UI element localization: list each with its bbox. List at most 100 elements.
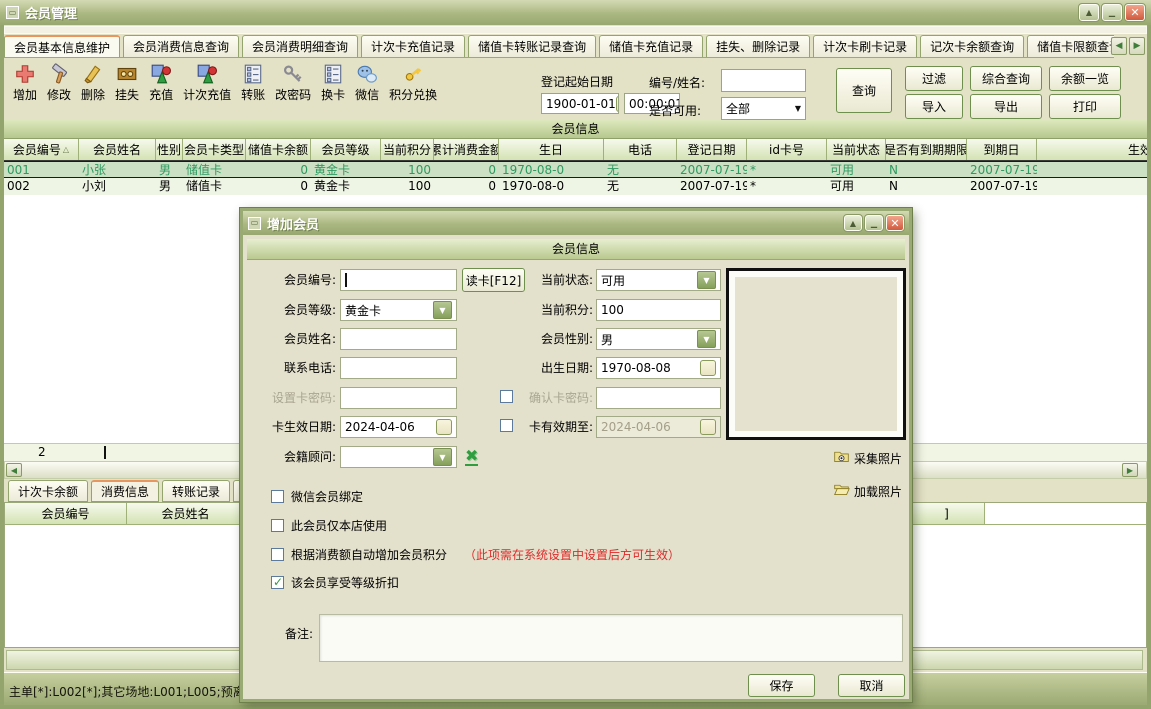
toolbar-action-充值[interactable]: 充值: [144, 63, 178, 103]
toolbar-action-挂失[interactable]: 挂失: [110, 63, 144, 103]
column-header-生日[interactable]: 生日: [499, 139, 604, 160]
table-row[interactable]: 002小刘男储值卡0黄金卡10001970-08-0无2007-07-19*可用…: [4, 178, 1147, 195]
load-photo-button[interactable]: 加载照片: [833, 481, 902, 501]
clear-advisor-icon[interactable]: ✖: [465, 448, 478, 466]
checkbox-此会员仅本店使用[interactable]: ✓: [271, 519, 284, 532]
status-select[interactable]: 可用 ▼: [596, 269, 721, 291]
table-row[interactable]: 001小张男储值卡0黄金卡10001970-08-0无2007-07-19*可用…: [4, 161, 1147, 178]
birthday-input[interactable]: 1970-08-08: [596, 357, 721, 379]
advisor-select[interactable]: ▼: [340, 446, 457, 468]
dialog-minimize-button[interactable]: ▁: [865, 215, 883, 231]
bottom-tab-1[interactable]: 计次卡余额: [8, 480, 88, 502]
points-input[interactable]: 100: [596, 299, 721, 321]
card-password-input[interactable]: [340, 387, 457, 409]
minimize-button[interactable]: ▁: [1102, 4, 1122, 21]
column-header-会员姓名[interactable]: 会员姓名: [79, 139, 156, 160]
name-input[interactable]: [340, 328, 457, 350]
column-header-储值卡余额[interactable]: 储值卡余额: [246, 139, 311, 160]
calendar-button[interactable]: [700, 360, 716, 376]
member-id-input[interactable]: [340, 269, 457, 291]
column-header-登记日期[interactable]: 登记日期: [677, 139, 747, 160]
confirm-password-checkbox[interactable]: ✓: [500, 390, 513, 403]
dropdown-arrow-icon[interactable]: ▼: [697, 330, 716, 348]
tab-3[interactable]: 会员消费明细查询: [242, 35, 358, 57]
column-header-会员编号[interactable]: 会员编号△: [4, 139, 79, 160]
toolbar-action-增加[interactable]: 增加: [8, 63, 42, 103]
remark-textarea[interactable]: [319, 614, 903, 662]
name-label: 会员姓名:: [243, 328, 336, 350]
column-header-当前状态[interactable]: 当前状态: [827, 139, 886, 160]
toolbar-action-计次充值[interactable]: 计次充值: [178, 63, 236, 103]
checkbox-微信会员绑定[interactable]: ✓: [271, 490, 284, 503]
tab-7[interactable]: 挂失、删除记录: [706, 35, 810, 57]
tab-scroll-left-button[interactable]: ◀: [1111, 37, 1127, 55]
column-header-会员等级[interactable]: 会员等级: [311, 139, 381, 160]
save-button[interactable]: 保存: [748, 674, 815, 697]
checkbox-根据消费额自动增加会员积分[interactable]: ✓: [271, 548, 284, 561]
level-select[interactable]: 黄金卡 ▼: [340, 299, 457, 321]
tab-8[interactable]: 计次卡刷卡记录: [813, 35, 917, 57]
calendar-button[interactable]: [616, 96, 619, 112]
column-header-到期日[interactable]: 到期日: [967, 139, 1037, 160]
button-过滤[interactable]: 过滤: [905, 66, 963, 91]
tab-1[interactable]: 会员基本信息维护: [4, 35, 120, 58]
column-header-是否有到期期限[interactable]: 是否有到期期限: [886, 139, 967, 160]
tab-2[interactable]: 会员消费信息查询: [123, 35, 239, 57]
toolbar-action-积分兑换[interactable]: 积分兑换: [384, 63, 442, 103]
tab-10[interactable]: 储值卡限额查询: [1027, 35, 1114, 57]
scroll-left-button[interactable]: ◀: [6, 463, 22, 477]
register-date-input[interactable]: 1900-01-01: [541, 93, 619, 114]
button-导出[interactable]: 导出: [970, 94, 1042, 119]
column-header-性别[interactable]: 性别: [156, 139, 183, 160]
button-打印[interactable]: 打印: [1049, 94, 1121, 119]
column-header-累计消费金额[interactable]: 累计消费金额: [434, 139, 499, 160]
calendar-button[interactable]: [700, 419, 716, 435]
tab-5[interactable]: 储值卡转账记录查询: [468, 35, 596, 57]
button-导入[interactable]: 导入: [905, 94, 963, 119]
dropdown-arrow-icon[interactable]: ▼: [433, 448, 452, 466]
valid-to-input[interactable]: 2024-04-06: [596, 416, 721, 438]
capture-photo-button[interactable]: 采集照片: [833, 448, 902, 468]
toolbar-action-换卡[interactable]: 换卡: [316, 63, 350, 103]
gender-select[interactable]: 男 ▼: [596, 328, 721, 350]
valid-to-checkbox[interactable]: ✓: [500, 419, 513, 432]
query-button[interactable]: 查询: [836, 68, 892, 113]
toolbar-action-转账[interactable]: 转账: [236, 63, 270, 103]
bottom-tab-3[interactable]: 转账记录: [162, 480, 230, 502]
column-header-电话[interactable]: 电话: [604, 139, 677, 160]
tab-9[interactable]: 记次卡余额查询: [920, 35, 1024, 57]
phone-input[interactable]: [340, 357, 457, 379]
calendar-button[interactable]: [436, 419, 452, 435]
bottom-column-header[interactable]: ]: [909, 503, 985, 524]
button-综合查询[interactable]: 综合查询: [970, 66, 1042, 91]
close-button[interactable]: ✕: [1125, 4, 1145, 21]
cancel-button[interactable]: 取消: [838, 674, 905, 697]
dialog-close-button[interactable]: ✕: [886, 215, 904, 231]
dialog-restore-button[interactable]: ▲: [844, 215, 862, 231]
bottom-column-header[interactable]: 会员姓名: [127, 503, 245, 524]
valid-from-input[interactable]: 2024-04-06: [340, 416, 457, 438]
column-header-会员卡类型[interactable]: 会员卡类型: [183, 139, 246, 160]
toolbar-action-改密码[interactable]: 改密码: [270, 63, 316, 103]
bottom-column-header[interactable]: 会员编号: [5, 503, 127, 524]
scroll-right-button[interactable]: ▶: [1122, 463, 1138, 477]
column-header-当前积分[interactable]: 当前积分: [381, 139, 434, 160]
tab-4[interactable]: 计次卡充值记录: [361, 35, 465, 57]
checkbox-该会员享受等级折扣[interactable]: ✓: [271, 576, 284, 589]
confirm-password-input[interactable]: [596, 387, 721, 409]
wechat-icon: [356, 63, 378, 85]
toolbar-action-微信[interactable]: 微信: [350, 63, 384, 103]
column-header-生效[interactable]: 生效: [1037, 139, 1147, 160]
toolbar-action-修改[interactable]: 修改: [42, 63, 76, 103]
bottom-tab-2[interactable]: 消费信息: [91, 480, 159, 502]
column-header-id卡号[interactable]: id卡号: [747, 139, 827, 160]
toolbar-action-删除[interactable]: 删除: [76, 63, 110, 103]
tab-scroll-right-button[interactable]: ▶: [1129, 37, 1145, 55]
restore-button[interactable]: ▲: [1079, 4, 1099, 21]
button-余额一览[interactable]: 余额一览: [1049, 66, 1121, 91]
dropdown-arrow-icon[interactable]: ▼: [697, 271, 716, 289]
tab-6[interactable]: 储值卡充值记录: [599, 35, 703, 57]
dropdown-arrow-icon[interactable]: ▼: [433, 301, 452, 319]
usable-select[interactable]: 全部 ▼: [721, 97, 806, 120]
id-name-input[interactable]: [721, 69, 806, 92]
